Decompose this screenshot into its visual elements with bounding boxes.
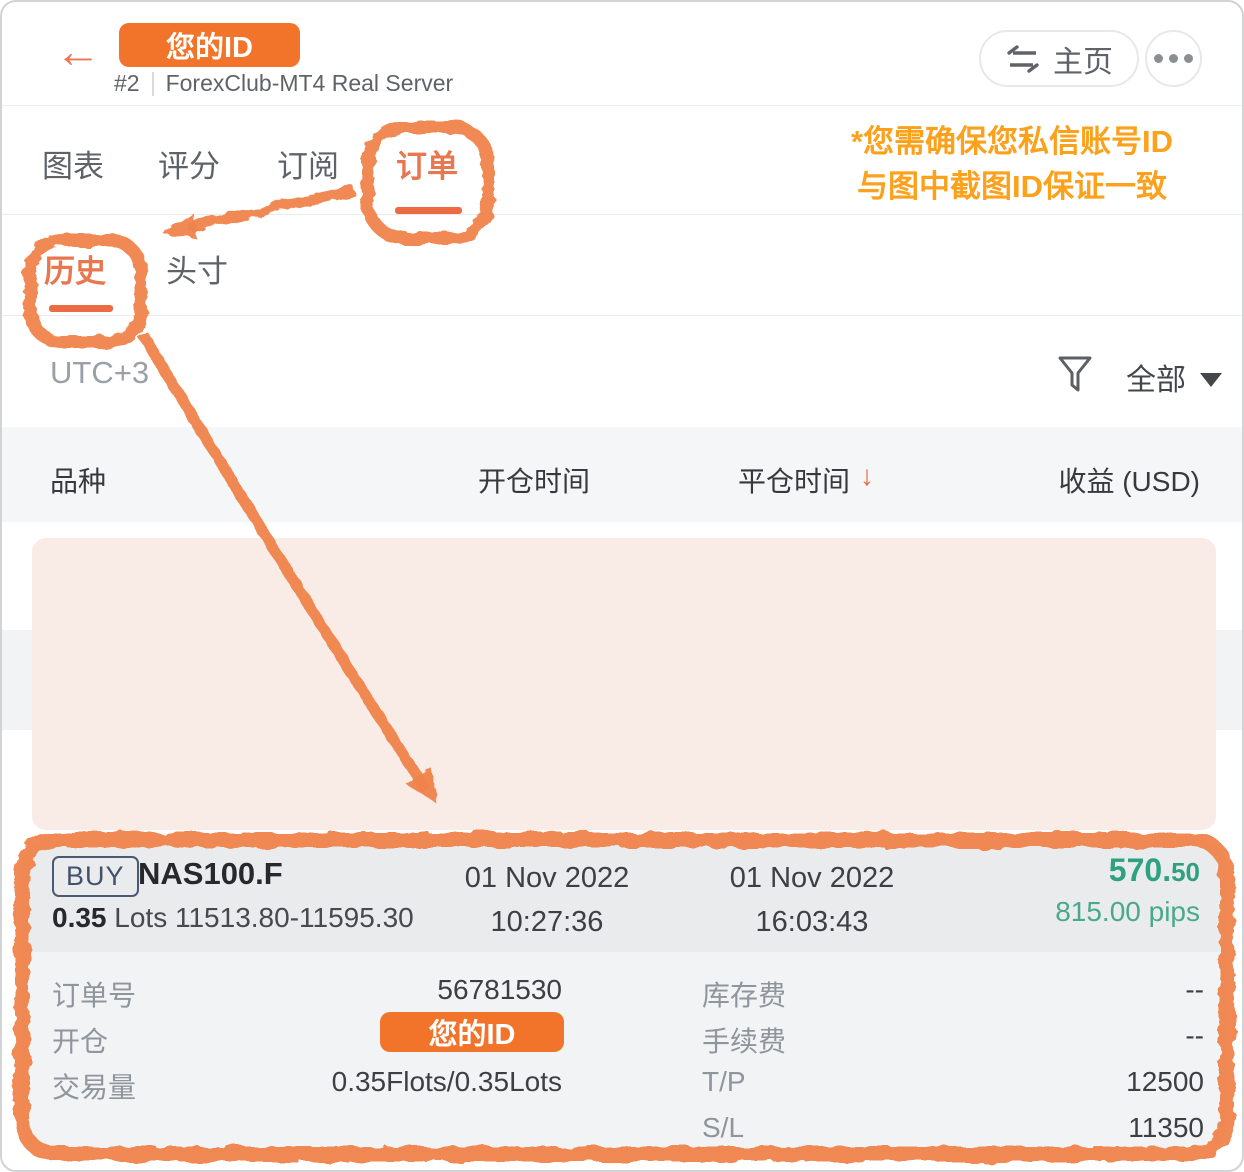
order-open-time: 10:27:36 <box>452 900 642 944</box>
active-subtab-underline <box>49 305 113 312</box>
more-dot <box>1169 54 1178 63</box>
home-button-label: 主页 <box>1053 37 1113 81</box>
orders-subtab-bar: 历史 头寸 <box>2 216 1242 316</box>
col-symbol: 品种 <box>50 460 106 500</box>
detail-label: S/L <box>702 1112 744 1144</box>
subtitle-divider <box>152 72 154 96</box>
detail-value: 11350 <box>984 1112 1204 1144</box>
order-summary: BUY NAS100.F 0.35 Lots 11513.80-11595.30… <box>22 840 1226 952</box>
detail-value: 0.35Flots/0.35Lots <box>222 1066 562 1098</box>
order-pips: 815.00 pips <box>1055 896 1200 928</box>
order-volume-detail: Lots 11513.80-11595.30 <box>114 902 413 933</box>
detail-label: T/P <box>702 1066 746 1098</box>
redaction-overlay <box>32 538 1216 830</box>
order-volume: 0.35 <box>52 902 107 933</box>
orders-list <box>2 522 1242 837</box>
order-details: 订单号 56781530 开仓 您的ID 交易量 0.35Flots/0.35L… <box>22 952 1226 1152</box>
order-close-time: 16:03:43 <box>717 900 907 944</box>
more-dot <box>1154 54 1163 63</box>
order-side-badge: BUY <box>52 856 139 897</box>
annotation-note-line1: *您需确保您私信账号ID <box>822 119 1202 164</box>
order-close-datetime: 01 Nov 2022 16:03:43 <box>717 856 907 944</box>
chevron-down-icon <box>1200 373 1222 387</box>
annotation-note-line2: 与图中截图ID保证一致 <box>822 164 1202 209</box>
tab-rating[interactable]: 评分 <box>158 141 220 186</box>
col-close-time[interactable]: 平仓时间 <box>738 460 850 500</box>
sort-desc-icon[interactable]: ↓ <box>860 460 874 492</box>
detail-value: 56781530 <box>222 974 562 1006</box>
order-row-card[interactable]: BUY NAS100.F 0.35 Lots 11513.80-11595.30… <box>22 840 1226 1152</box>
home-button[interactable]: 主页 <box>979 30 1139 87</box>
subtab-history[interactable]: 历史 <box>44 246 106 291</box>
more-dot <box>1184 54 1193 63</box>
active-tab-underline <box>395 207 462 214</box>
tab-chart[interactable]: 图表 <box>42 141 104 186</box>
detail-value: 12500 <box>984 1066 1204 1098</box>
app-window: ← 您的ID #2 ForexClub-MT4 Real Server 主页 <box>0 0 1244 1172</box>
list-toolbar: UTC+3 全部 <box>2 317 1242 427</box>
detail-label: 订单号 <box>52 974 136 1014</box>
order-open-datetime: 01 Nov 2022 10:27:36 <box>452 856 642 944</box>
subtab-positions[interactable]: 头寸 <box>166 246 228 291</box>
header: ← 您的ID #2 ForexClub-MT4 Real Server 主页 <box>2 2 1242 106</box>
open-id-badge: 您的ID <box>380 1012 564 1052</box>
account-id-badge: 您的ID <box>119 23 300 67</box>
detail-label: 开仓 <box>52 1020 108 1060</box>
table-header: 品种 开仓时间 平仓时间 ↓ 收益 (USD) <box>2 427 1242 522</box>
account-subtitle: #2 ForexClub-MT4 Real Server <box>114 70 453 97</box>
filter-icon[interactable] <box>1057 355 1093 400</box>
col-profit: 收益 (USD) <box>1058 460 1200 500</box>
order-open-date: 01 Nov 2022 <box>452 856 642 900</box>
tab-orders[interactable]: 订单 <box>396 141 458 186</box>
order-volume-line: 0.35 Lots 11513.80-11595.30 <box>52 902 414 934</box>
annotation-note: *您需确保您私信账号ID 与图中截图ID保证一致 <box>822 119 1202 209</box>
more-button[interactable] <box>1145 30 1202 87</box>
filter-all-dropdown[interactable]: 全部 <box>1126 355 1222 399</box>
timezone-label: UTC+3 <box>50 355 149 391</box>
back-arrow-icon[interactable]: ← <box>55 28 101 74</box>
detail-value: -- <box>984 1020 1204 1052</box>
filter-all-label: 全部 <box>1126 355 1186 399</box>
order-close-date: 01 Nov 2022 <box>717 856 907 900</box>
order-profit: 570.50 <box>1109 852 1200 889</box>
swap-arrows-icon <box>1005 45 1041 73</box>
server-name: ForexClub-MT4 Real Server <box>166 70 454 97</box>
main-tab-bar: 图表 评分 订阅 订单 *您需确保您私信账号ID 与图中截图ID保证一致 <box>2 107 1242 215</box>
col-open-time: 开仓时间 <box>478 460 590 500</box>
account-number: #2 <box>114 70 140 97</box>
detail-label: 交易量 <box>52 1066 136 1106</box>
order-symbol: NAS100.F <box>138 856 283 892</box>
detail-label: 库存费 <box>702 974 786 1014</box>
detail-label: 手续费 <box>702 1020 786 1060</box>
detail-value: -- <box>984 974 1204 1006</box>
tab-subscribe[interactable]: 订阅 <box>277 141 339 186</box>
